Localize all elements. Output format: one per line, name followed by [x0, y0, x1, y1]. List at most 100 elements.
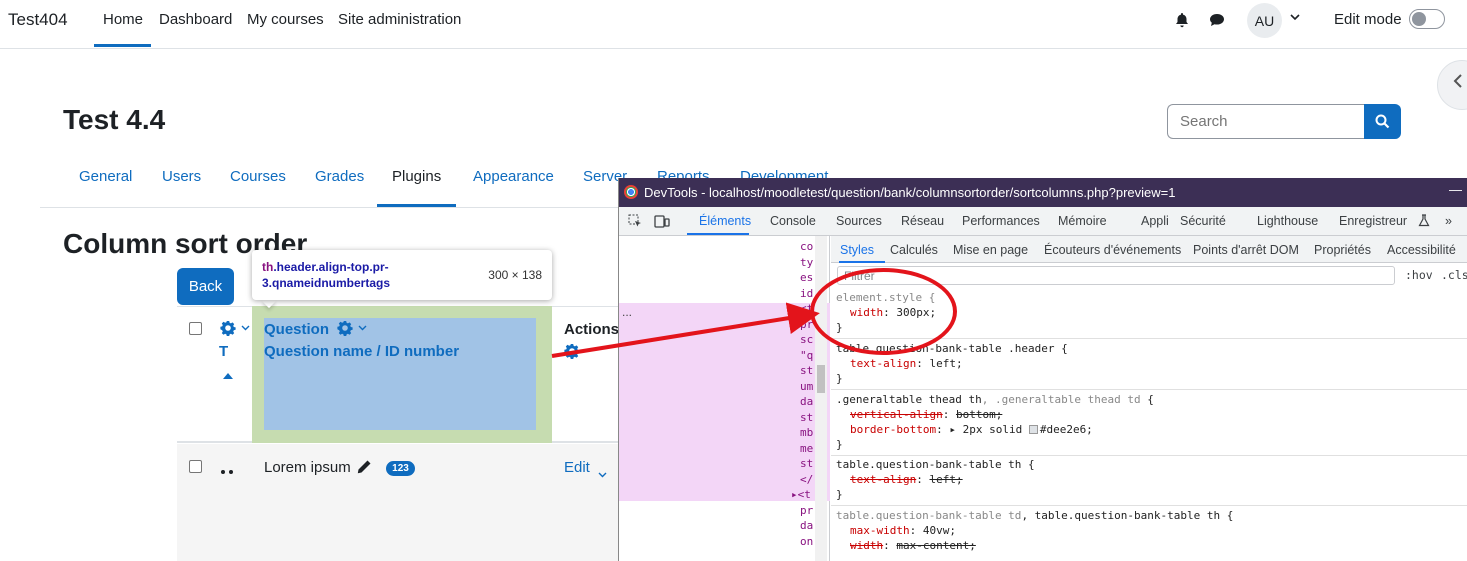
search-button[interactable]: [1364, 104, 1401, 139]
column-t-gear-icon[interactable]: [220, 320, 236, 341]
devtools-toolbar: Éléments Console Sources Réseau Performa…: [619, 207, 1467, 236]
edit-mode-toggle[interactable]: [1409, 9, 1445, 29]
column-t-chevron-down-icon[interactable]: [241, 323, 250, 334]
node-ellipsis-button[interactable]: ...: [622, 305, 632, 319]
css-rule-close: }: [836, 438, 843, 451]
panel-network[interactable]: Réseau: [901, 214, 944, 228]
subtab-layout[interactable]: Mise en page: [953, 243, 1028, 257]
top-navbar: Test404 Home Dashboard My courses Site a…: [0, 0, 1467, 49]
panel-lighthouse[interactable]: Lighthouse: [1257, 214, 1318, 228]
css-rule-qbank-th: table.question-bank-table th { text-alig…: [831, 457, 1467, 506]
class-toggle[interactable]: .cls: [1441, 268, 1467, 282]
dom-fragment: st: [800, 457, 814, 470]
dom-fragment: pr: [800, 504, 814, 517]
color-swatch[interactable]: [1028, 425, 1038, 434]
drag-handle-icon[interactable]: [220, 462, 234, 480]
device-toolbar-icon[interactable]: [654, 214, 670, 234]
tab-appearance[interactable]: Appearance: [473, 168, 554, 185]
search-input[interactable]: [1167, 104, 1367, 139]
question-column-header[interactable]: Question: [264, 321, 329, 338]
select-all-checkbox[interactable]: [189, 322, 202, 335]
nav-active-indicator: [94, 44, 151, 47]
css-declaration[interactable]: border-bottom: ▸ 2px solid #dee2e6;: [831, 422, 1467, 437]
question-name-sort-link[interactable]: Question name / ID number: [264, 343, 459, 360]
inspect-tooltip: th.header.align-top.pr-3.qnameidnumberta…: [252, 250, 552, 300]
subtab-event-listeners[interactable]: Écouteurs d'événements: [1044, 243, 1181, 257]
panel-performance[interactable]: Performances: [962, 214, 1040, 228]
minimize-icon[interactable]: —: [1449, 182, 1462, 197]
dom-fragment: um: [800, 380, 814, 393]
css-rule-close: }: [836, 372, 843, 385]
css-declaration[interactable]: max-width: 40vw;: [831, 523, 1467, 538]
actions-column-header: Actions: [564, 321, 620, 338]
more-panels-icon[interactable]: »: [1445, 214, 1452, 228]
column-t-header[interactable]: T: [219, 343, 228, 360]
tab-courses[interactable]: Courses: [230, 168, 286, 185]
recorder-flask-icon: [1418, 214, 1430, 232]
subtab-properties[interactable]: Propriétés: [1314, 243, 1371, 257]
panel-application[interactable]: Appli: [1141, 214, 1169, 228]
css-rule-close: }: [836, 488, 843, 501]
inspect-element-icon[interactable]: [628, 214, 643, 234]
subtab-styles[interactable]: Styles: [840, 243, 874, 257]
toggle-knob: [1412, 12, 1426, 26]
drawer-open-button[interactable]: [1437, 60, 1467, 110]
panel-memory[interactable]: Mémoire: [1058, 214, 1107, 228]
chevron-left-icon: [1453, 73, 1463, 94]
notifications-bell-icon[interactable]: [1172, 10, 1192, 30]
nav-dashboard[interactable]: Dashboard: [159, 11, 232, 28]
panel-active-indicator: [687, 233, 749, 235]
question-column-gear-icon[interactable]: [337, 320, 353, 341]
subtab-dom-breakpoints[interactable]: Points d'arrêt DOM: [1193, 243, 1299, 257]
dom-fragment: co: [800, 240, 814, 253]
edit-pencil-icon[interactable]: [356, 459, 372, 480]
css-selector: table.question-bank-table th {: [836, 458, 1035, 471]
subtab-active-indicator: [839, 261, 885, 263]
panel-recorder[interactable]: Enregistreur: [1339, 214, 1407, 228]
panel-sources[interactable]: Sources: [836, 214, 882, 228]
css-rule-header: table.question-bank-table .header { text…: [831, 341, 1467, 390]
dom-fragment: ty: [800, 256, 814, 269]
inspect-tooltip-dimensions: 300 × 138: [488, 268, 542, 282]
tab-general[interactable]: General: [79, 168, 132, 185]
tab-active-indicator: [377, 204, 456, 207]
css-selector: .generaltable thead th, .generaltable th…: [836, 393, 1154, 406]
panel-elements[interactable]: Éléments: [699, 214, 751, 228]
actions-column-gear-icon[interactable]: [564, 343, 580, 364]
subtab-computed[interactable]: Calculés: [890, 243, 938, 257]
edit-chevron-down-icon[interactable]: [598, 465, 607, 483]
tab-grades[interactable]: Grades: [315, 168, 364, 185]
dom-fragment: </: [800, 473, 814, 486]
search-icon: [1375, 114, 1390, 129]
sort-ascending-icon[interactable]: [223, 366, 233, 384]
subtab-accessibility[interactable]: Accessibilité: [1387, 243, 1456, 257]
tab-plugins[interactable]: Plugins: [392, 168, 441, 185]
nav-site-administration[interactable]: Site administration: [338, 11, 461, 28]
tabs-divider: [40, 207, 640, 208]
panel-console[interactable]: Console: [770, 214, 816, 228]
annotation-red-circle: [810, 268, 957, 355]
site-brand[interactable]: Test404: [8, 10, 68, 30]
css-rule-qbank-td-th: table.question-bank-table td, table.ques…: [831, 508, 1467, 561]
hover-state-toggle[interactable]: :hov: [1405, 268, 1433, 282]
nav-home[interactable]: Home: [103, 11, 143, 28]
css-rule-generaltable: .generaltable thead th, .generaltable th…: [831, 392, 1467, 456]
user-menu-chevron-down-icon[interactable]: [1290, 13, 1300, 24]
css-declaration[interactable]: vertical-align: bottom;: [831, 407, 1467, 422]
nav-my-courses[interactable]: My courses: [247, 11, 324, 28]
row-select-checkbox[interactable]: [189, 460, 202, 473]
panel-security[interactable]: Sécurité: [1180, 214, 1226, 228]
user-avatar[interactable]: AU: [1247, 3, 1282, 38]
dom-fragment[interactable]: ▸<t: [791, 487, 811, 503]
tab-users[interactable]: Users: [162, 168, 201, 185]
dom-tree-scroll-thumb[interactable]: [817, 365, 825, 393]
back-button[interactable]: Back: [177, 268, 234, 305]
css-declaration[interactable]: width: max-content;: [831, 538, 1467, 553]
css-declaration[interactable]: text-align: left;: [831, 472, 1467, 487]
question-column-chevron-down-icon[interactable]: [358, 323, 367, 334]
dom-fragment: da: [800, 519, 814, 532]
row-edit-menu[interactable]: Edit: [564, 459, 590, 476]
devtools-window: DevTools - localhost/moodletest/question…: [618, 178, 1467, 561]
messages-chat-icon[interactable]: [1207, 10, 1227, 30]
css-declaration[interactable]: text-align: left;: [831, 356, 1467, 371]
